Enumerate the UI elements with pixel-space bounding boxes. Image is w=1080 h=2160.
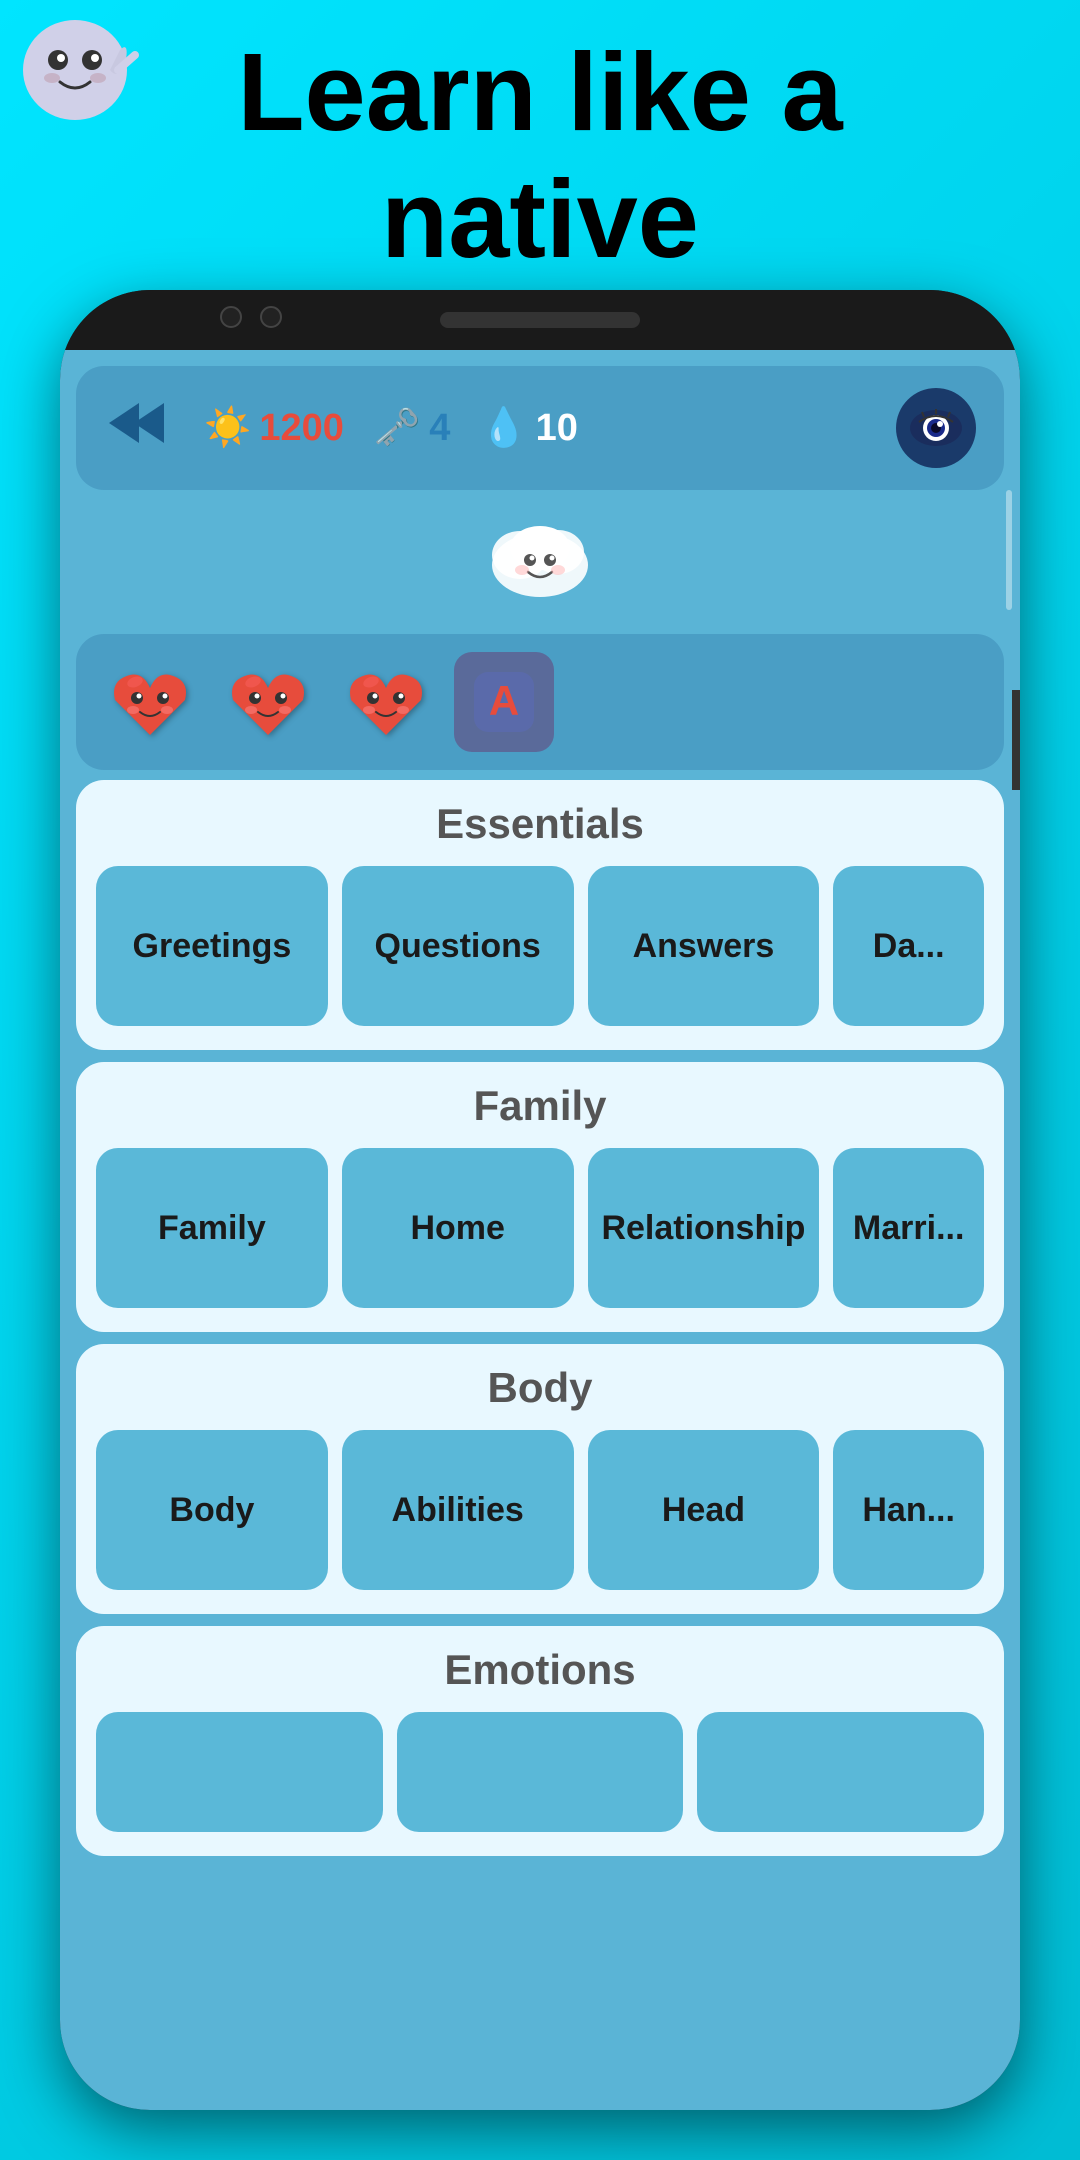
essentials-title: Essentials bbox=[96, 800, 984, 848]
category-item-questions[interactable]: Questions bbox=[342, 866, 574, 1026]
family-grid: Family Home Relationship Marri... bbox=[96, 1148, 984, 1308]
letter-button[interactable]: A bbox=[454, 652, 554, 752]
phone-camera-left bbox=[220, 306, 242, 328]
key-icon: 🗝️ bbox=[374, 406, 421, 450]
category-item-marriage[interactable]: Marri... bbox=[833, 1148, 984, 1308]
hearts-card: A bbox=[76, 634, 1004, 770]
emotions-grid bbox=[96, 1712, 984, 1832]
sun-icon: ☀️ bbox=[204, 406, 251, 450]
category-item-body[interactable]: Body bbox=[96, 1430, 328, 1590]
eye-button[interactable] bbox=[896, 388, 976, 468]
lives-stat: 💧 10 bbox=[480, 406, 578, 450]
category-item-head[interactable]: Head bbox=[588, 1430, 820, 1590]
category-item-greetings[interactable]: Greetings bbox=[96, 866, 328, 1026]
category-item-days[interactable]: Da... bbox=[833, 866, 984, 1026]
category-item-emotion-3[interactable] bbox=[697, 1712, 984, 1832]
cloud-mascot bbox=[60, 500, 1020, 634]
phone-top-bar bbox=[60, 290, 1020, 350]
heart-3[interactable] bbox=[336, 652, 436, 752]
back-arrows-icon[interactable] bbox=[104, 398, 174, 458]
category-item-family[interactable]: Family bbox=[96, 1148, 328, 1308]
status-left: ☀️ 1200 🗝️ 4 💧 10 bbox=[104, 398, 578, 458]
xp-stat: ☀️ 1200 bbox=[204, 406, 344, 450]
category-item-hand[interactable]: Han... bbox=[833, 1430, 984, 1590]
category-item-answers[interactable]: Answers bbox=[588, 866, 820, 1026]
emotions-title: Emotions bbox=[96, 1646, 984, 1694]
category-item-home[interactable]: Home bbox=[342, 1148, 574, 1308]
family-title: Family bbox=[96, 1082, 984, 1130]
category-item-abilities[interactable]: Abilities bbox=[342, 1430, 574, 1590]
phone-speaker bbox=[440, 312, 640, 328]
category-item-emotion-2[interactable] bbox=[397, 1712, 684, 1832]
svg-text:A: A bbox=[489, 677, 519, 724]
status-card: ☀️ 1200 🗝️ 4 💧 10 bbox=[76, 366, 1004, 490]
phone-screen[interactable]: ☀️ 1200 🗝️ 4 💧 10 bbox=[60, 350, 1020, 2110]
heart-1[interactable] bbox=[100, 652, 200, 752]
essentials-section: Essentials Greetings Questions Answers D… bbox=[76, 780, 1004, 1050]
body-grid: Body Abilities Head Han... bbox=[96, 1430, 984, 1590]
family-section: Family Family Home Relationship Marri... bbox=[76, 1062, 1004, 1332]
essentials-grid: Greetings Questions Answers Da... bbox=[96, 866, 984, 1026]
phone-frame: ☀️ 1200 🗝️ 4 💧 10 bbox=[60, 290, 1020, 2110]
body-title: Body bbox=[96, 1364, 984, 1412]
keys-stat: 🗝️ 4 bbox=[374, 406, 450, 450]
phone-side-button bbox=[1012, 690, 1020, 790]
scroll-indicator bbox=[1006, 490, 1012, 610]
header-title: Learn like a native bbox=[0, 30, 1080, 283]
body-section: Body Body Abilities Head Han... bbox=[76, 1344, 1004, 1614]
emotions-section: Emotions bbox=[76, 1626, 1004, 1856]
phone-camera-right bbox=[260, 306, 282, 328]
category-item-relationship[interactable]: Relationship bbox=[588, 1148, 820, 1308]
xp-value: 1200 bbox=[259, 407, 344, 450]
heart-2[interactable] bbox=[218, 652, 318, 752]
category-item-emotion-1[interactable] bbox=[96, 1712, 383, 1832]
lives-value: 10 bbox=[536, 407, 578, 450]
drop-icon: 💧 bbox=[480, 406, 527, 450]
keys-value: 4 bbox=[429, 407, 450, 450]
